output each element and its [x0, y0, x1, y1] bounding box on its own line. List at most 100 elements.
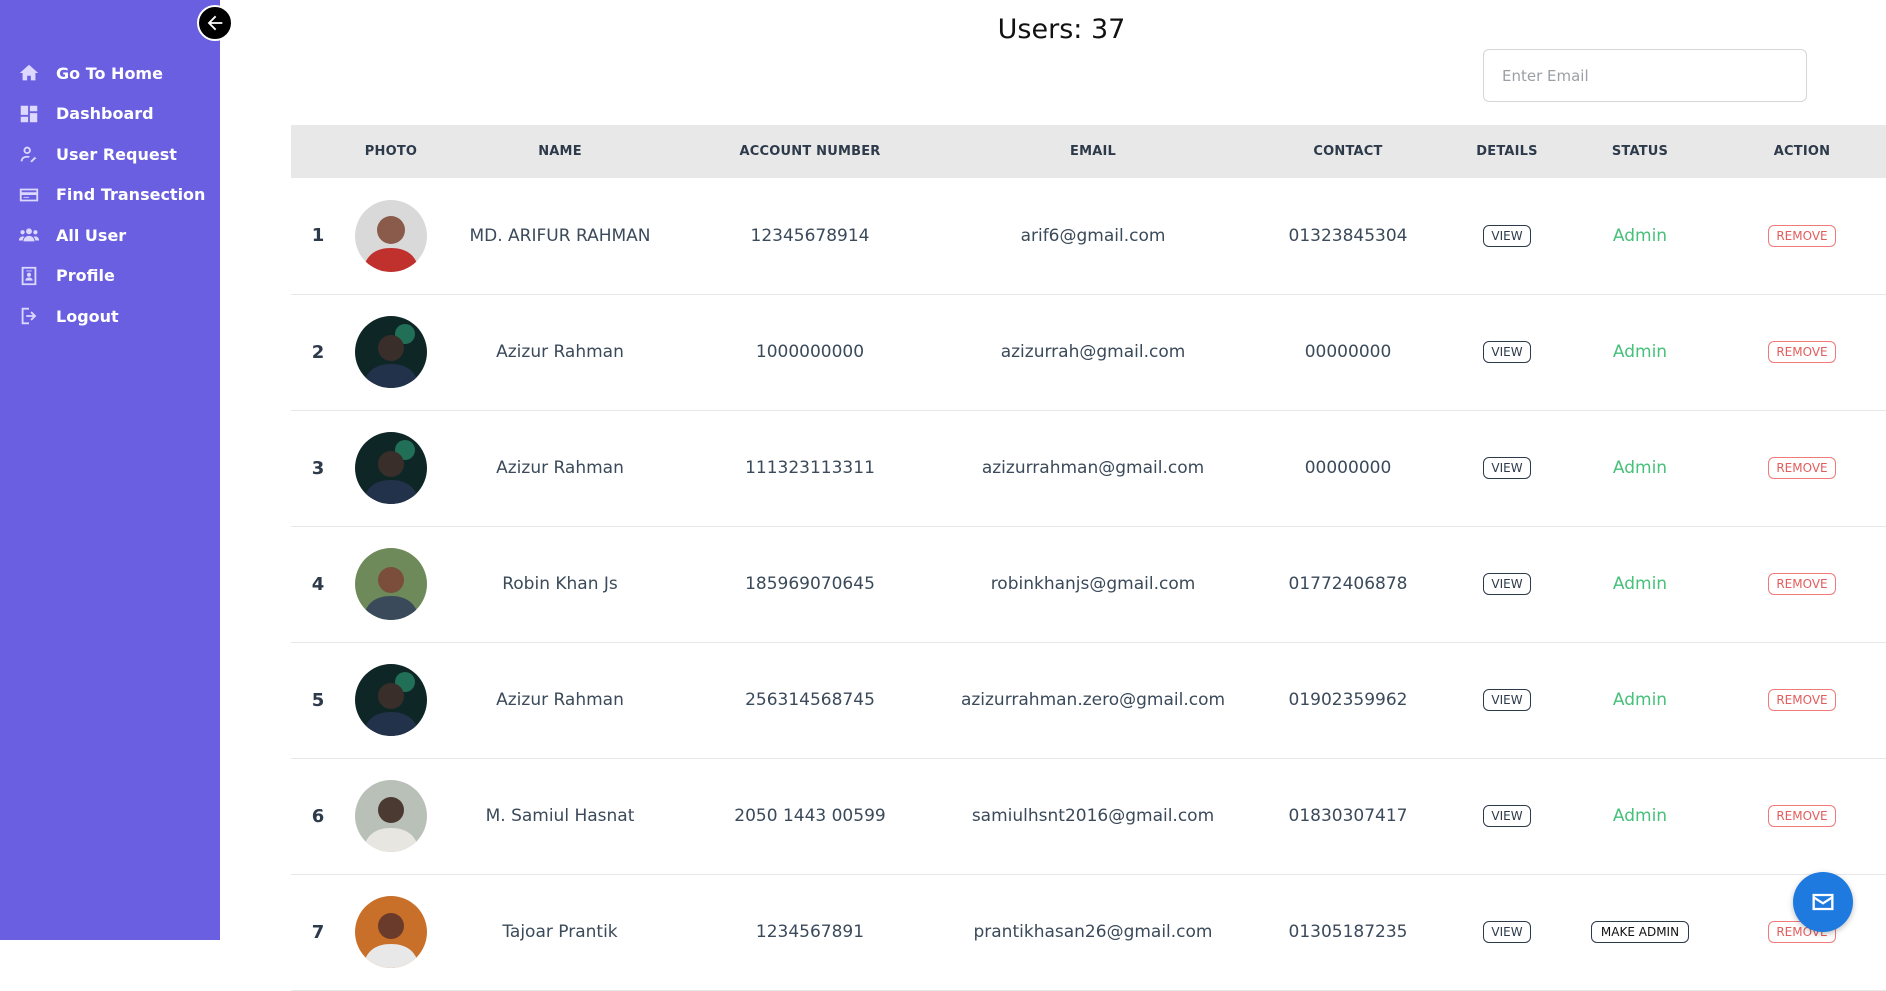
main-content: Users: 37 PHOTO NAME ACCOUNT NUMBER EMAI…	[220, 0, 1886, 990]
action-cell: REMOVE	[1713, 178, 1886, 294]
column-header-name: NAME	[538, 144, 582, 159]
sidebar-item-all-user[interactable]: All User	[0, 215, 220, 256]
table-header-row: PHOTO NAME ACCOUNT NUMBER EMAIL CONTACT …	[291, 125, 1886, 178]
avatar	[355, 432, 427, 504]
users-table: PHOTO NAME ACCOUNT NUMBER EMAIL CONTACT …	[291, 125, 1886, 991]
sidebar-item-label: Profile	[56, 266, 115, 286]
user-name: Robin Khan Js	[502, 574, 618, 594]
user-contact: 01830307417	[1288, 806, 1408, 826]
table-row: 2 Azizur Rahman 1000000000 azizurrah@gma…	[291, 294, 1886, 410]
column-header-account-number: ACCOUNT NUMBER	[739, 144, 881, 159]
details-cell: VIEW	[1447, 758, 1567, 874]
sidebar-item-label: User Request	[56, 144, 177, 164]
user-name: M. Samiul Hasnat	[485, 806, 635, 826]
action-cell: REMOVE	[1713, 410, 1886, 526]
sidebar-item-label: Dashboard	[56, 104, 154, 124]
column-header-photo: PHOTO	[364, 144, 418, 159]
column-header-action: ACTION	[1773, 144, 1831, 159]
remove-button[interactable]: REMOVE	[1768, 224, 1836, 247]
account-number: 111323113311	[745, 458, 875, 478]
status-admin: Admin	[1612, 458, 1668, 478]
row-index: 7	[311, 921, 325, 943]
avatar	[355, 548, 427, 620]
sidebar-item-label: Logout	[56, 306, 119, 326]
table-row: 1 MD. ARIFUR RAHMAN 12345678914 arif6@gm…	[291, 178, 1886, 294]
remove-button[interactable]: REMOVE	[1768, 341, 1836, 363]
details-cell: VIEW	[1447, 410, 1567, 526]
email-search-input[interactable]	[1483, 49, 1807, 102]
user-contact: 01772406878	[1288, 574, 1408, 594]
row-index: 6	[311, 805, 325, 827]
user-contact: 01902359962	[1288, 690, 1408, 710]
action-cell: REMOVE	[1713, 642, 1886, 758]
arrow-left-icon	[207, 15, 223, 31]
status-admin: Admin	[1612, 806, 1668, 826]
column-header-details: DETAILS	[1476, 144, 1538, 159]
mail-icon	[1812, 893, 1834, 911]
details-cell: VIEW	[1447, 294, 1567, 410]
photo-cell	[345, 642, 437, 758]
message-button[interactable]	[1793, 872, 1853, 932]
view-button[interactable]: VIEW	[1483, 573, 1531, 595]
status-admin: Admin	[1612, 225, 1668, 246]
avatar	[355, 780, 427, 852]
sidebar: Go To Home Dashboard User Request Find T…	[0, 0, 220, 940]
user-email: azizurrahman@gmail.com	[981, 458, 1205, 478]
sidebar-item-profile[interactable]: Profile	[0, 256, 220, 297]
account-number: 1234567891	[755, 922, 865, 942]
user-name: Azizur Rahman	[496, 342, 624, 362]
sidebar-item-go-to-home[interactable]: Go To Home	[0, 53, 220, 94]
details-cell: VIEW	[1447, 178, 1567, 294]
dashboard-icon	[18, 103, 40, 125]
account-number: 256314568745	[745, 690, 875, 710]
row-index: 4	[311, 573, 325, 595]
table-row: 5 Azizur Rahman 256314568745 azizurrahma…	[291, 642, 1886, 758]
account-number: 2050 1443 00599	[734, 806, 886, 826]
account-number: 12345678914	[750, 225, 870, 246]
view-button[interactable]: VIEW	[1483, 224, 1531, 247]
user-contact: 01323845304	[1288, 225, 1408, 246]
collapse-sidebar-button[interactable]	[197, 5, 233, 41]
user-email: azizurrahman.zero@gmail.com	[960, 690, 1226, 710]
view-button[interactable]: VIEW	[1483, 457, 1531, 479]
column-header-status: STATUS	[1611, 144, 1669, 159]
view-button[interactable]: VIEW	[1483, 689, 1531, 711]
status-cell: Admin	[1567, 642, 1713, 758]
row-index: 5	[311, 689, 325, 711]
sidebar-item-user-request[interactable]: User Request	[0, 134, 220, 175]
sidebar-item-find-transection[interactable]: Find Transection	[0, 175, 220, 216]
account-number: 185969070645	[745, 574, 875, 594]
view-button[interactable]: VIEW	[1483, 805, 1531, 827]
remove-button[interactable]: REMOVE	[1768, 805, 1836, 827]
row-index: 2	[311, 341, 325, 363]
column-header-email: EMAIL	[1070, 144, 1116, 159]
sidebar-item-label: Find Transection	[56, 185, 206, 205]
table-row: 3 Azizur Rahman 111323113311 azizurrahma…	[291, 410, 1886, 526]
status-cell: Admin	[1567, 294, 1713, 410]
remove-button[interactable]: REMOVE	[1768, 457, 1836, 479]
user-request-icon	[18, 143, 40, 165]
status-admin: Admin	[1612, 690, 1668, 710]
remove-button[interactable]: REMOVE	[1768, 689, 1836, 711]
details-cell: VIEW	[1447, 874, 1567, 990]
user-contact: 00000000	[1304, 458, 1392, 478]
photo-cell	[345, 294, 437, 410]
status-admin: Admin	[1612, 574, 1668, 594]
sidebar-item-label: All User	[56, 225, 127, 245]
action-cell: REMOVE	[1713, 758, 1886, 874]
row-index: 1	[311, 225, 325, 247]
sidebar-item-logout[interactable]: Logout	[0, 296, 220, 337]
user-contact: 00000000	[1304, 342, 1392, 362]
logout-icon	[18, 305, 40, 327]
column-header-contact: CONTACT	[1313, 144, 1383, 159]
sidebar-item-label: Go To Home	[56, 63, 163, 83]
avatar	[355, 896, 427, 968]
avatar	[355, 316, 427, 388]
sidebar-item-dashboard[interactable]: Dashboard	[0, 94, 220, 135]
view-button[interactable]: VIEW	[1483, 341, 1531, 363]
details-cell: VIEW	[1447, 642, 1567, 758]
user-email: samiulhsnt2016@gmail.com	[971, 806, 1215, 826]
status-cell: Admin	[1567, 410, 1713, 526]
remove-button[interactable]: REMOVE	[1768, 573, 1836, 595]
photo-cell	[345, 410, 437, 526]
